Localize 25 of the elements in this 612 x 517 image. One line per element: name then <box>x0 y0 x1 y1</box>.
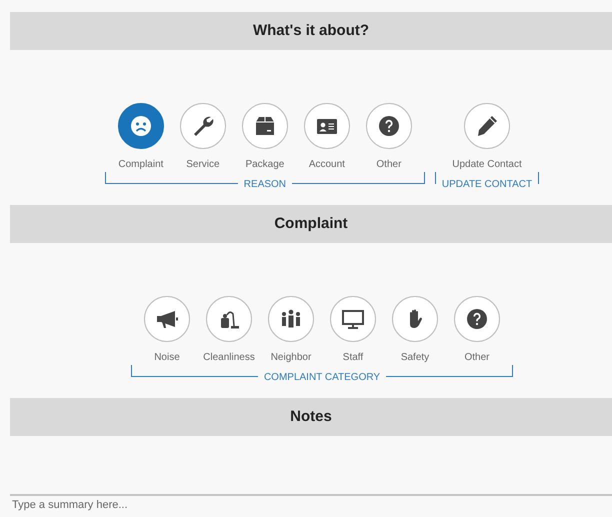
section-header: Complaint <box>10 205 612 243</box>
option-button[interactable]: Package <box>234 103 296 172</box>
monitor-icon <box>341 307 365 331</box>
option-button[interactable]: Other <box>446 296 508 365</box>
option-button[interactable]: Account <box>296 103 358 172</box>
sad-face-icon <box>128 114 153 138</box>
bracket-line <box>434 172 436 184</box>
question-icon <box>465 307 489 331</box>
section-header: What's it about? <box>10 12 612 50</box>
section-header: Notes <box>10 398 612 436</box>
pencil-icon <box>475 114 499 138</box>
group-label: UPDATE CONTACT <box>442 180 532 190</box>
bracket-line <box>538 172 540 184</box>
group-label: COMPLAINT CATEGORY <box>264 373 380 383</box>
option-button[interactable]: Complaint <box>110 103 172 172</box>
option-button[interactable]: Noise <box>136 296 198 365</box>
option-button[interactable]: Neighbor <box>260 296 322 365</box>
option-button[interactable]: Staff <box>322 296 384 365</box>
option-button[interactable]: Service <box>172 103 234 172</box>
summary-input[interactable]: Type a summary here... <box>10 494 612 514</box>
option-button[interactable]: Cleanliness <box>198 296 260 365</box>
option-button[interactable]: Safety <box>384 296 446 365</box>
question-icon <box>376 114 401 138</box>
group-label: REASON <box>244 180 286 190</box>
option-button[interactable]: Other <box>358 103 420 172</box>
